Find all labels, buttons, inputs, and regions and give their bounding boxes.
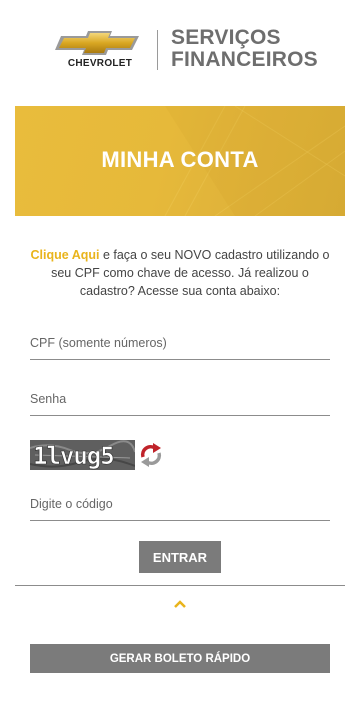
refresh-captcha-button[interactable] bbox=[137, 441, 165, 469]
brand-line-1: SERVIÇOS bbox=[171, 26, 281, 49]
captcha-text: 1lvug5 bbox=[33, 442, 114, 470]
chevrolet-bowtie-icon bbox=[55, 31, 139, 55]
chevrolet-logo[interactable]: CHEVROLET bbox=[55, 30, 145, 72]
divider bbox=[15, 585, 345, 586]
collapse-toggle[interactable] bbox=[173, 596, 187, 608]
signup-link[interactable]: Clique Aqui bbox=[31, 248, 100, 262]
captcha-image: 1lvug5 bbox=[29, 440, 136, 470]
captcha-code-input[interactable] bbox=[30, 490, 330, 518]
logo-divider bbox=[157, 30, 158, 70]
page-title: MINHA CONTA bbox=[101, 147, 259, 172]
hero-banner: MINHA CONTA bbox=[15, 106, 345, 216]
brand-title: SERVIÇOS FINANCEIROS bbox=[171, 27, 318, 71]
refresh-icon bbox=[140, 443, 162, 467]
cpf-field bbox=[30, 329, 330, 360]
cpf-input[interactable] bbox=[30, 329, 330, 357]
chevron-up-icon bbox=[174, 600, 186, 608]
header: CHEVROLET SERVIÇOS FINANCEIROS bbox=[0, 0, 360, 100]
password-field bbox=[30, 385, 330, 416]
chevrolet-wordmark: CHEVROLET bbox=[67, 58, 133, 69]
brand-line-2: FINANCEIROS bbox=[171, 48, 318, 71]
quick-boleto-button[interactable]: GERAR BOLETO RÁPIDO bbox=[30, 644, 330, 673]
enter-button[interactable]: ENTRAR bbox=[139, 541, 221, 573]
intro-text: Clique Aqui e faça o seu NOVO cadastro u… bbox=[28, 246, 332, 300]
password-input[interactable] bbox=[30, 385, 330, 413]
captcha-code-field bbox=[30, 490, 330, 521]
